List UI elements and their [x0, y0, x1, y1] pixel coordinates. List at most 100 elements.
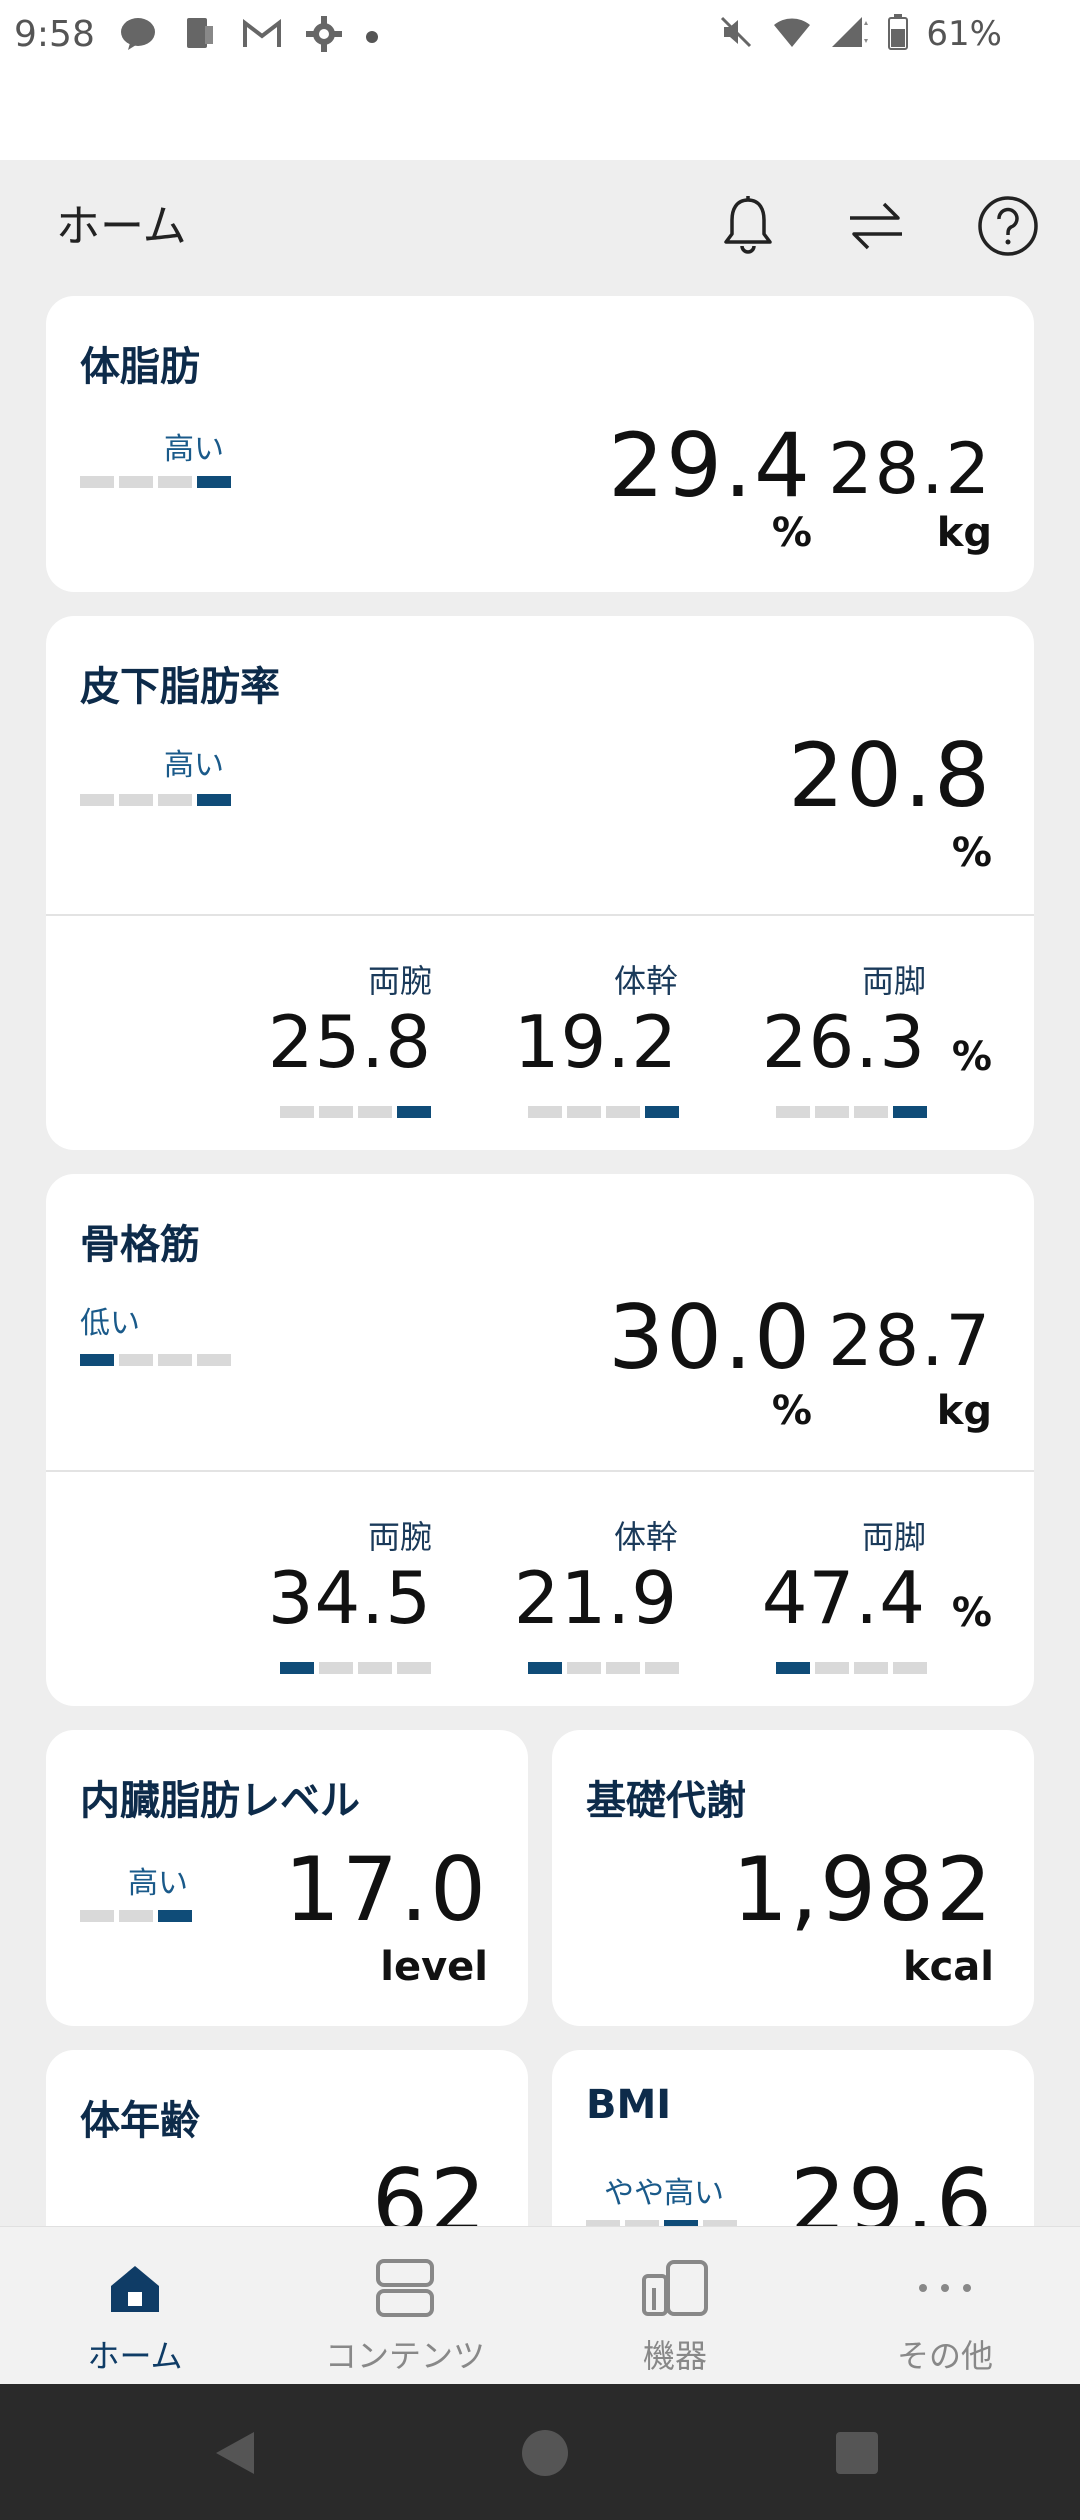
meter-segment [645, 1662, 679, 1674]
recents-square-icon[interactable] [834, 2430, 880, 2476]
meter-segment [158, 1910, 192, 1922]
meter-segment [158, 1354, 192, 1366]
nav-devices[interactable]: 機器 [540, 2227, 810, 2385]
wifi-icon [772, 15, 812, 53]
skeletal-divider [46, 1470, 1034, 1472]
app-bar: ホーム [0, 160, 1080, 290]
switch-arrows-icon[interactable] [844, 194, 908, 258]
body-fat-level-meter [80, 476, 231, 488]
body-fat-level-label: 高い [164, 432, 224, 467]
meter-segment [358, 1662, 392, 1674]
meter-segment [645, 1106, 679, 1118]
skeletal-arms-label: 両腕 [367, 1518, 432, 1556]
meter-segment [319, 1662, 353, 1674]
subcutaneous-trunk-label: 体幹 [613, 962, 678, 1000]
system-status-icons: 61% [718, 14, 1002, 54]
skeletal-parts-unit: % [951, 1590, 992, 1636]
nav-other-label: その他 [896, 2337, 993, 2375]
subcutaneous-title: 皮下脂肪率 [80, 664, 280, 710]
meter-segment [280, 1662, 314, 1674]
nav-devices-label: 機器 [642, 2337, 707, 2375]
body-age-title: 体年齢 [80, 2098, 200, 2144]
body-fat-mass-value: 28.2 [828, 428, 992, 510]
skeletal-mass-value: 28.7 [828, 1300, 992, 1382]
meter-segment [567, 1106, 601, 1118]
bell-icon[interactable] [716, 194, 780, 258]
subcutaneous-value: 20.8 [788, 724, 992, 827]
meter-segment [815, 1106, 849, 1118]
settings-gear-icon [304, 14, 344, 54]
body-age-value: 62 [372, 2150, 488, 2226]
skeletal-muscle-card[interactable]: 骨格筋 低い 30.0 % 28.7 kg 両腕 34.5 体幹 21.9 両脚… [46, 1174, 1034, 1706]
system-navigation-bar [0, 2384, 1080, 2520]
meter-segment [197, 1354, 231, 1366]
visceral-value: 17.0 [284, 1838, 488, 1941]
back-icon[interactable] [210, 2428, 260, 2478]
body-fat-percent-unit: % [771, 510, 812, 556]
meter-segment [80, 794, 114, 806]
signal-icon [830, 15, 870, 53]
skeletal-trunk-label: 体幹 [613, 1518, 678, 1556]
meter-segment [815, 1662, 849, 1674]
subcutaneous-trunk-value: 19.2 [513, 1000, 678, 1084]
skeletal-trunk-value: 21.9 [513, 1556, 678, 1640]
body-fat-percent-value: 29.4 [608, 414, 812, 517]
bmi-card[interactable]: BMI やや高い 29.6 [552, 2050, 1034, 2226]
subcutaneous-fat-card[interactable]: 皮下脂肪率 高い 20.8 % 両腕 25.8 体幹 19.2 両脚 26.3 … [46, 616, 1034, 1150]
meter-segment [397, 1106, 431, 1118]
nav-contents-label: コンテンツ [324, 2337, 485, 2375]
skeletal-percent-unit: % [771, 1388, 812, 1434]
battery-icon [888, 14, 909, 54]
meter-segment [567, 1662, 601, 1674]
nav-home[interactable]: ホーム [0, 2227, 270, 2385]
meter-segment [893, 1662, 927, 1674]
skeletal-percent-value: 30.0 [608, 1286, 812, 1389]
status-time: 9:58 [14, 14, 95, 55]
meter-segment [776, 1106, 810, 1118]
subcutaneous-legs-value: 26.3 [761, 1000, 926, 1084]
contents-icon [355, 2253, 455, 2323]
subcutaneous-arms-label: 両腕 [367, 962, 432, 1000]
home-circle-icon[interactable] [520, 2428, 570, 2478]
subcutaneous-divider [46, 914, 1034, 916]
bmi-level-label: やや高い [604, 2176, 724, 2211]
visceral-level-meter [80, 1910, 192, 1922]
meter-segment [119, 1910, 153, 1922]
body-fat-title: 体脂肪 [80, 344, 200, 390]
home-icon [85, 2253, 185, 2323]
bmr-unit: kcal [902, 1944, 994, 1990]
meter-segment [397, 1662, 431, 1674]
body-fat-card[interactable]: 体脂肪 高い 29.4 % 28.2 kg [46, 296, 1034, 592]
meter-segment [528, 1662, 562, 1674]
bmr-title: 基礎代謝 [586, 1778, 746, 1824]
subcutaneous-unit: % [951, 830, 992, 876]
meter-segment [80, 476, 114, 488]
nav-other[interactable]: その他 [810, 2227, 1080, 2385]
visceral-fat-card[interactable]: 内臓脂肪レベル 高い 17.0 level [46, 1730, 528, 2026]
meter-segment [606, 1106, 640, 1118]
body-age-card[interactable]: 体年齢 62 [46, 2050, 528, 2226]
bmi-value: 29.6 [790, 2150, 994, 2226]
line-app-icon [118, 14, 158, 54]
meter-segment [319, 1106, 353, 1118]
mute-icon [718, 14, 754, 54]
meter-segment [119, 1354, 153, 1366]
gmail-icon [242, 14, 282, 54]
meter-segment [854, 1106, 888, 1118]
subcutaneous-arms-value: 25.8 [267, 1000, 432, 1084]
skeletal-level-meter [80, 1354, 231, 1366]
subcutaneous-level-meter [80, 794, 231, 806]
skeletal-legs-value: 47.4 [761, 1556, 926, 1640]
subcutaneous-legs-label: 両脚 [861, 962, 926, 1000]
help-icon[interactable] [976, 194, 1040, 258]
skeletal-mass-unit: kg [936, 1388, 992, 1434]
skeletal-arms-value: 34.5 [267, 1556, 432, 1640]
skeletal-arms-meter [280, 1662, 431, 1674]
skeletal-level-label: 低い [80, 1306, 140, 1341]
nav-contents[interactable]: コンテンツ [270, 2227, 540, 2385]
visceral-title: 内臓脂肪レベル [80, 1778, 360, 1824]
subcutaneous-level-label: 高い [164, 748, 224, 783]
meter-segment [197, 476, 231, 488]
basal-metabolism-card[interactable]: 基礎代謝 1,982 kcal [552, 1730, 1034, 2026]
more-dots-icon [895, 2253, 995, 2323]
